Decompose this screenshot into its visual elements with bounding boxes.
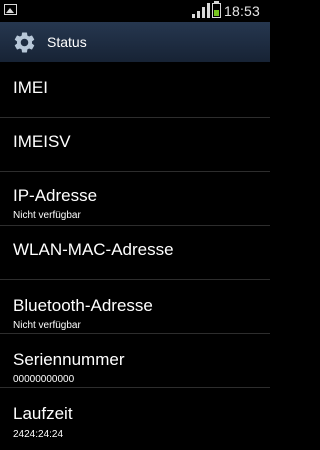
battery-level <box>214 9 219 16</box>
status-bar: 18:53 <box>0 0 270 22</box>
item-label: IMEISV <box>13 132 71 151</box>
list-item-imeisv[interactable]: IMEISV <box>0 118 270 172</box>
item-label: Bluetooth-Adresse <box>13 296 153 315</box>
item-value: 00000000000 <box>13 374 75 385</box>
action-bar: Status <box>0 22 270 64</box>
battery-icon <box>212 1 221 18</box>
page-title: Status <box>47 34 87 50</box>
status-time: 18:53 <box>224 3 261 19</box>
gear-icon[interactable] <box>12 30 37 55</box>
list-item-imei[interactable]: IMEI <box>0 64 270 118</box>
item-label: IP-Adresse <box>13 186 98 205</box>
item-label: WLAN-MAC-Adresse <box>13 240 174 259</box>
item-label: Seriennummer <box>13 350 125 369</box>
item-value: Nicht verfügbar <box>13 320 81 331</box>
item-label: Laufzeit <box>13 404 73 423</box>
image-icon <box>4 4 17 15</box>
item-value: Nicht verfügbar <box>13 210 81 221</box>
list-item-wlan-mac-address[interactable]: WLAN-MAC-Adresse <box>0 226 270 280</box>
list-item-uptime[interactable]: Laufzeit 2424:24:24 <box>0 388 270 450</box>
item-label: IMEI <box>13 78 48 97</box>
item-value: 2424:24:24 <box>13 429 64 440</box>
list-item-ip-address[interactable]: IP-Adresse Nicht verfügbar <box>0 172 270 226</box>
signal-icon <box>192 3 210 18</box>
list-item-serial-number[interactable]: Seriennummer 00000000000 <box>0 334 270 388</box>
list-item-bluetooth-address[interactable]: Bluetooth-Adresse Nicht verfügbar <box>0 280 270 334</box>
